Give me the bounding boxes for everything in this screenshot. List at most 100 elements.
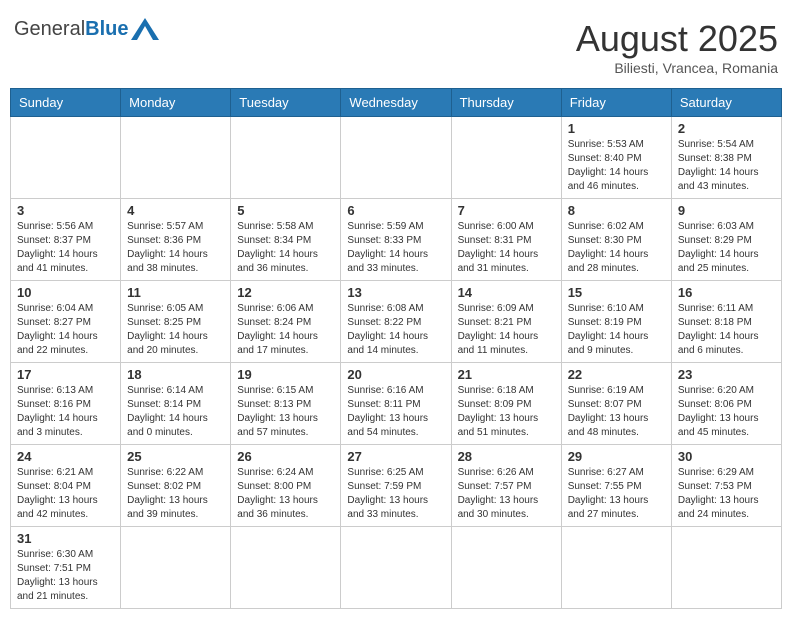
day-number: 17 xyxy=(17,367,114,382)
calendar-cell xyxy=(121,527,231,609)
day-info: Sunrise: 6:21 AM Sunset: 8:04 PM Dayligh… xyxy=(17,466,114,522)
logo-icon xyxy=(131,18,159,40)
calendar-cell: 8 Sunrise: 6:02 AM Sunset: 8:30 PM Daylig… xyxy=(561,199,671,281)
day-number: 3 xyxy=(17,203,114,218)
day-info: Sunrise: 6:05 AM Sunset: 8:25 PM Dayligh… xyxy=(127,302,224,358)
calendar-header-row: SundayMondayTuesdayWednesdayThursdayFrid… xyxy=(11,89,782,117)
day-number: 12 xyxy=(237,285,334,300)
day-number: 10 xyxy=(17,285,114,300)
day-info: Sunrise: 6:11 AM Sunset: 8:18 PM Dayligh… xyxy=(678,302,775,358)
day-info: Sunrise: 6:27 AM Sunset: 7:55 PM Dayligh… xyxy=(568,466,665,522)
calendar-cell: 25 Sunrise: 6:22 AM Sunset: 8:02 PM Dayli… xyxy=(121,445,231,527)
day-info: Sunrise: 6:00 AM Sunset: 8:31 PM Dayligh… xyxy=(458,220,555,276)
calendar-week-row: 17 Sunrise: 6:13 AM Sunset: 8:16 PM Dayli… xyxy=(11,363,782,445)
calendar-cell: 26 Sunrise: 6:24 AM Sunset: 8:00 PM Dayli… xyxy=(231,445,341,527)
weekday-header-tuesday: Tuesday xyxy=(231,89,341,117)
day-number: 2 xyxy=(678,121,775,136)
month-title: August 2025 xyxy=(576,18,778,60)
calendar-cell: 23Sunrise: 6:20 AM Sunset: 8:06 PM Dayli… xyxy=(671,363,781,445)
logo-general-text: General xyxy=(14,18,85,41)
day-number: 25 xyxy=(127,449,224,464)
calendar-cell xyxy=(561,527,671,609)
day-info: Sunrise: 5:53 AM Sunset: 8:40 PM Dayligh… xyxy=(568,138,665,194)
calendar-cell: 6 Sunrise: 5:59 AM Sunset: 8:33 PM Daylig… xyxy=(341,199,451,281)
day-info: Sunrise: 6:22 AM Sunset: 8:02 PM Dayligh… xyxy=(127,466,224,522)
day-number: 14 xyxy=(458,285,555,300)
day-number: 19 xyxy=(237,367,334,382)
day-info: Sunrise: 6:10 AM Sunset: 8:19 PM Dayligh… xyxy=(568,302,665,358)
calendar-cell xyxy=(671,527,781,609)
calendar-week-row: 3 Sunrise: 5:56 AM Sunset: 8:37 PM Daylig… xyxy=(11,199,782,281)
day-info: Sunrise: 6:24 AM Sunset: 8:00 PM Dayligh… xyxy=(237,466,334,522)
calendar-cell: 22 Sunrise: 6:19 AM Sunset: 8:07 PM Dayli… xyxy=(561,363,671,445)
day-number: 26 xyxy=(237,449,334,464)
day-info: Sunrise: 5:54 AM Sunset: 8:38 PM Dayligh… xyxy=(678,138,775,194)
calendar-cell: 28Sunrise: 6:26 AM Sunset: 7:57 PM Dayli… xyxy=(451,445,561,527)
day-info: Sunrise: 6:02 AM Sunset: 8:30 PM Dayligh… xyxy=(568,220,665,276)
calendar-cell: 30Sunrise: 6:29 AM Sunset: 7:53 PM Dayli… xyxy=(671,445,781,527)
day-info: Sunrise: 6:08 AM Sunset: 8:22 PM Dayligh… xyxy=(347,302,444,358)
day-number: 24 xyxy=(17,449,114,464)
day-number: 9 xyxy=(678,203,775,218)
calendar-week-row: 31Sunrise: 6:30 AM Sunset: 7:51 PM Dayli… xyxy=(11,527,782,609)
calendar-cell: 11 Sunrise: 6:05 AM Sunset: 8:25 PM Dayli… xyxy=(121,281,231,363)
day-info: Sunrise: 6:09 AM Sunset: 8:21 PM Dayligh… xyxy=(458,302,555,358)
calendar-cell: 12 Sunrise: 6:06 AM Sunset: 8:24 PM Dayli… xyxy=(231,281,341,363)
day-info: Sunrise: 5:59 AM Sunset: 8:33 PM Dayligh… xyxy=(347,220,444,276)
weekday-header-thursday: Thursday xyxy=(451,89,561,117)
logo-blue-text: Blue xyxy=(85,18,128,41)
calendar-cell xyxy=(231,527,341,609)
calendar-cell: 9 Sunrise: 6:03 AM Sunset: 8:29 PM Daylig… xyxy=(671,199,781,281)
day-info: Sunrise: 6:19 AM Sunset: 8:07 PM Dayligh… xyxy=(568,384,665,440)
day-info: Sunrise: 6:20 AM Sunset: 8:06 PM Dayligh… xyxy=(678,384,775,440)
calendar-cell: 4Sunrise: 5:57 AM Sunset: 8:36 PM Daylig… xyxy=(121,199,231,281)
day-number: 7 xyxy=(458,203,555,218)
day-number: 1 xyxy=(568,121,665,136)
day-info: Sunrise: 6:25 AM Sunset: 7:59 PM Dayligh… xyxy=(347,466,444,522)
calendar-week-row: 1 Sunrise: 5:53 AM Sunset: 8:40 PM Daylig… xyxy=(11,117,782,199)
day-number: 6 xyxy=(347,203,444,218)
calendar-cell: 14 Sunrise: 6:09 AM Sunset: 8:21 PM Dayli… xyxy=(451,281,561,363)
weekday-header-friday: Friday xyxy=(561,89,671,117)
subtitle: Biliesti, Vrancea, Romania xyxy=(576,60,778,76)
weekday-header-saturday: Saturday xyxy=(671,89,781,117)
calendar-cell xyxy=(341,527,451,609)
calendar-cell xyxy=(231,117,341,199)
day-number: 4 xyxy=(127,203,224,218)
header: General Blue August 2025 Biliesti, Vranc… xyxy=(10,10,782,80)
calendar-cell: 17 Sunrise: 6:13 AM Sunset: 8:16 PM Dayli… xyxy=(11,363,121,445)
calendar-cell: 13 Sunrise: 6:08 AM Sunset: 8:22 PM Dayli… xyxy=(341,281,451,363)
day-number: 27 xyxy=(347,449,444,464)
day-info: Sunrise: 6:26 AM Sunset: 7:57 PM Dayligh… xyxy=(458,466,555,522)
calendar-cell: 20Sunrise: 6:16 AM Sunset: 8:11 PM Dayli… xyxy=(341,363,451,445)
calendar-cell xyxy=(11,117,121,199)
title-area: August 2025 Biliesti, Vrancea, Romania xyxy=(576,18,778,76)
day-number: 15 xyxy=(568,285,665,300)
calendar-cell: 16 Sunrise: 6:11 AM Sunset: 8:18 PM Dayli… xyxy=(671,281,781,363)
calendar-cell xyxy=(121,117,231,199)
day-number: 16 xyxy=(678,285,775,300)
day-info: Sunrise: 6:03 AM Sunset: 8:29 PM Dayligh… xyxy=(678,220,775,276)
day-number: 13 xyxy=(347,285,444,300)
day-number: 8 xyxy=(568,203,665,218)
weekday-header-wednesday: Wednesday xyxy=(341,89,451,117)
day-info: Sunrise: 5:58 AM Sunset: 8:34 PM Dayligh… xyxy=(237,220,334,276)
calendar-cell: 19Sunrise: 6:15 AM Sunset: 8:13 PM Dayli… xyxy=(231,363,341,445)
day-info: Sunrise: 6:06 AM Sunset: 8:24 PM Dayligh… xyxy=(237,302,334,358)
day-number: 22 xyxy=(568,367,665,382)
day-number: 29 xyxy=(568,449,665,464)
logo: General Blue xyxy=(14,18,159,41)
calendar-cell: 1 Sunrise: 5:53 AM Sunset: 8:40 PM Daylig… xyxy=(561,117,671,199)
day-info: Sunrise: 6:13 AM Sunset: 8:16 PM Dayligh… xyxy=(17,384,114,440)
weekday-header-sunday: Sunday xyxy=(11,89,121,117)
calendar-cell xyxy=(451,527,561,609)
calendar-cell: 18Sunrise: 6:14 AM Sunset: 8:14 PM Dayli… xyxy=(121,363,231,445)
day-number: 31 xyxy=(17,531,114,546)
calendar-week-row: 24 Sunrise: 6:21 AM Sunset: 8:04 PM Dayli… xyxy=(11,445,782,527)
day-info: Sunrise: 5:56 AM Sunset: 8:37 PM Dayligh… xyxy=(17,220,114,276)
day-number: 11 xyxy=(127,285,224,300)
calendar-cell: 21Sunrise: 6:18 AM Sunset: 8:09 PM Dayli… xyxy=(451,363,561,445)
calendar-cell: 7 Sunrise: 6:00 AM Sunset: 8:31 PM Daylig… xyxy=(451,199,561,281)
day-info: Sunrise: 6:14 AM Sunset: 8:14 PM Dayligh… xyxy=(127,384,224,440)
day-info: Sunrise: 6:29 AM Sunset: 7:53 PM Dayligh… xyxy=(678,466,775,522)
